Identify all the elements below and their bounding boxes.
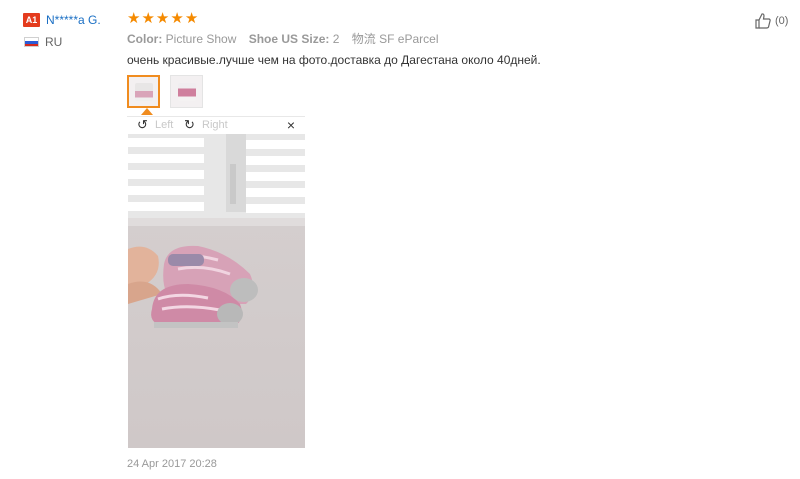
rating-stars: ★ ★ ★ ★ ★	[127, 10, 198, 27]
russia-flag-icon	[24, 37, 39, 47]
rotate-left-label[interactable]: Left	[155, 119, 173, 132]
photo-preview-toolbar: ↺ Left ↻ Right ×	[127, 116, 305, 134]
helpful-counter: (0)	[754, 12, 788, 30]
star-icon: ★	[141, 10, 155, 27]
star-icon: ★	[155, 10, 170, 27]
thumbs-up-icon[interactable]	[754, 12, 772, 30]
photo-thumbnail-1[interactable]	[127, 75, 160, 108]
review-photo-preview	[128, 134, 305, 448]
review-photo-thumbnails	[127, 75, 203, 108]
attr-color-value: Picture Show	[165, 32, 237, 46]
attr-color-label: Color:	[127, 32, 163, 46]
rotate-right-label[interactable]: Right	[202, 119, 228, 132]
user-country: RU	[45, 35, 63, 49]
rotate-left-icon[interactable]: ↺	[137, 117, 148, 133]
order-attributes: Color: Picture Show Shoe US Size: 2 物流 S…	[127, 32, 448, 46]
attr-logistics-value: SF eParcel	[379, 32, 439, 46]
rotate-right-icon[interactable]: ↻	[184, 117, 195, 133]
helpful-count: (0)	[775, 15, 789, 27]
close-preview-button[interactable]: ×	[287, 117, 295, 133]
selected-thumbnail-caret	[141, 108, 153, 115]
review-date: 24 Apr 2017 20:28	[127, 458, 217, 470]
star-icon: ★	[170, 10, 184, 27]
star-icon: ★	[127, 10, 141, 27]
photo-thumbnail-2[interactable]	[170, 75, 203, 108]
review-text: очень красивые.лучше чем на фото.доставк…	[127, 53, 541, 67]
attr-logistics-label: 物流	[351, 32, 376, 46]
star-icon: ★	[184, 10, 199, 27]
user-name[interactable]: N*****a G.	[46, 12, 101, 28]
user-level-badge: A1	[23, 13, 40, 27]
attr-size-label: Shoe US Size:	[248, 32, 330, 46]
attr-size-value: 2	[332, 32, 340, 46]
